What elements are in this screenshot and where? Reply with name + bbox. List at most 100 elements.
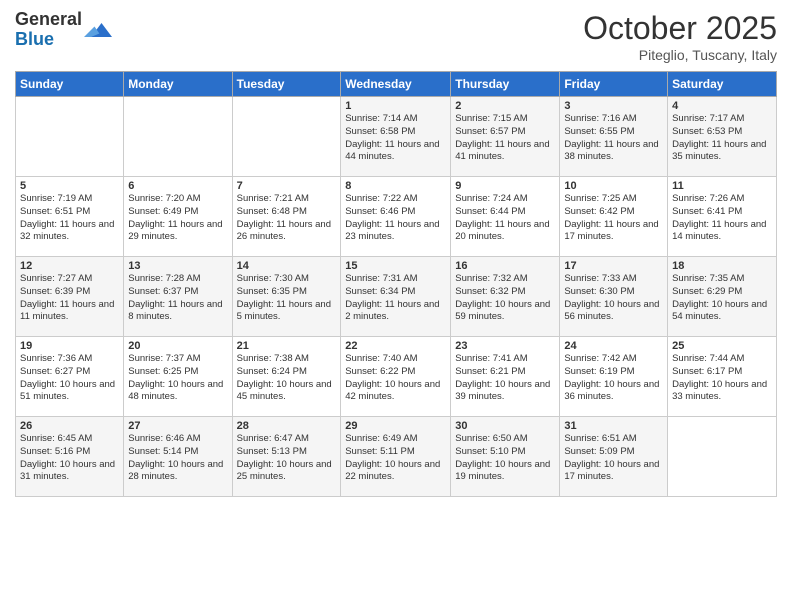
day-number: 7 (237, 180, 337, 192)
logo-general: General (15, 9, 82, 29)
calendar-cell: 15Sunrise: 7:31 AM Sunset: 6:34 PM Dayli… (341, 257, 451, 337)
day-number: 9 (455, 180, 555, 192)
calendar-cell: 18Sunrise: 7:35 AM Sunset: 6:29 PM Dayli… (668, 257, 777, 337)
calendar-table: SundayMondayTuesdayWednesdayThursdayFrid… (15, 71, 777, 497)
day-number: 6 (128, 180, 227, 192)
day-number: 16 (455, 260, 555, 272)
day-info: Sunrise: 7:30 AM Sunset: 6:35 PM Dayligh… (237, 273, 337, 324)
calendar-cell: 31Sunrise: 6:51 AM Sunset: 5:09 PM Dayli… (560, 417, 668, 497)
day-number: 17 (564, 260, 663, 272)
day-info: Sunrise: 7:27 AM Sunset: 6:39 PM Dayligh… (20, 273, 119, 324)
day-number: 28 (237, 420, 337, 432)
calendar-cell: 17Sunrise: 7:33 AM Sunset: 6:30 PM Dayli… (560, 257, 668, 337)
calendar-cell: 30Sunrise: 6:50 AM Sunset: 5:10 PM Dayli… (451, 417, 560, 497)
calendar-cell: 29Sunrise: 6:49 AM Sunset: 5:11 PM Dayli… (341, 417, 451, 497)
calendar-week-3: 19Sunrise: 7:36 AM Sunset: 6:27 PM Dayli… (16, 337, 777, 417)
calendar-week-4: 26Sunrise: 6:45 AM Sunset: 5:16 PM Dayli… (16, 417, 777, 497)
logo-icon (84, 16, 112, 44)
day-info: Sunrise: 7:37 AM Sunset: 6:25 PM Dayligh… (128, 353, 227, 404)
calendar-week-0: 1Sunrise: 7:14 AM Sunset: 6:58 PM Daylig… (16, 97, 777, 177)
logo: General Blue (15, 10, 112, 50)
calendar-cell: 14Sunrise: 7:30 AM Sunset: 6:35 PM Dayli… (232, 257, 341, 337)
calendar-cell: 16Sunrise: 7:32 AM Sunset: 6:32 PM Dayli… (451, 257, 560, 337)
col-header-thursday: Thursday (451, 72, 560, 97)
calendar-cell: 28Sunrise: 6:47 AM Sunset: 5:13 PM Dayli… (232, 417, 341, 497)
day-number: 31 (564, 420, 663, 432)
day-number: 14 (237, 260, 337, 272)
calendar-cell: 5Sunrise: 7:19 AM Sunset: 6:51 PM Daylig… (16, 177, 124, 257)
page-header: General Blue October 2025 Piteglio, Tusc… (15, 10, 777, 63)
calendar-cell: 7Sunrise: 7:21 AM Sunset: 6:48 PM Daylig… (232, 177, 341, 257)
day-number: 19 (20, 340, 119, 352)
calendar-cell: 13Sunrise: 7:28 AM Sunset: 6:37 PM Dayli… (124, 257, 232, 337)
col-header-sunday: Sunday (16, 72, 124, 97)
col-header-tuesday: Tuesday (232, 72, 341, 97)
day-number: 22 (345, 340, 446, 352)
day-number: 8 (345, 180, 446, 192)
calendar-cell: 2Sunrise: 7:15 AM Sunset: 6:57 PM Daylig… (451, 97, 560, 177)
day-number: 5 (20, 180, 119, 192)
day-number: 15 (345, 260, 446, 272)
day-info: Sunrise: 7:19 AM Sunset: 6:51 PM Dayligh… (20, 193, 119, 244)
title-block: October 2025 Piteglio, Tuscany, Italy (583, 10, 777, 63)
calendar-cell: 27Sunrise: 6:46 AM Sunset: 5:14 PM Dayli… (124, 417, 232, 497)
location-subtitle: Piteglio, Tuscany, Italy (583, 47, 777, 63)
day-info: Sunrise: 7:24 AM Sunset: 6:44 PM Dayligh… (455, 193, 555, 244)
calendar-cell: 22Sunrise: 7:40 AM Sunset: 6:22 PM Dayli… (341, 337, 451, 417)
calendar-header-row: SundayMondayTuesdayWednesdayThursdayFrid… (16, 72, 777, 97)
calendar-cell: 9Sunrise: 7:24 AM Sunset: 6:44 PM Daylig… (451, 177, 560, 257)
calendar-cell (124, 97, 232, 177)
calendar-cell: 3Sunrise: 7:16 AM Sunset: 6:55 PM Daylig… (560, 97, 668, 177)
day-info: Sunrise: 7:31 AM Sunset: 6:34 PM Dayligh… (345, 273, 446, 324)
calendar-cell: 24Sunrise: 7:42 AM Sunset: 6:19 PM Dayli… (560, 337, 668, 417)
day-number: 23 (455, 340, 555, 352)
day-number: 27 (128, 420, 227, 432)
calendar-cell (232, 97, 341, 177)
calendar-cell: 12Sunrise: 7:27 AM Sunset: 6:39 PM Dayli… (16, 257, 124, 337)
calendar-cell: 26Sunrise: 6:45 AM Sunset: 5:16 PM Dayli… (16, 417, 124, 497)
day-info: Sunrise: 7:33 AM Sunset: 6:30 PM Dayligh… (564, 273, 663, 324)
calendar-cell: 21Sunrise: 7:38 AM Sunset: 6:24 PM Dayli… (232, 337, 341, 417)
day-info: Sunrise: 7:28 AM Sunset: 6:37 PM Dayligh… (128, 273, 227, 324)
col-header-friday: Friday (560, 72, 668, 97)
day-info: Sunrise: 7:32 AM Sunset: 6:32 PM Dayligh… (455, 273, 555, 324)
day-info: Sunrise: 7:40 AM Sunset: 6:22 PM Dayligh… (345, 353, 446, 404)
col-header-saturday: Saturday (668, 72, 777, 97)
calendar-cell (16, 97, 124, 177)
day-info: Sunrise: 7:15 AM Sunset: 6:57 PM Dayligh… (455, 113, 555, 164)
calendar-cell (668, 417, 777, 497)
day-number: 13 (128, 260, 227, 272)
day-number: 30 (455, 420, 555, 432)
day-info: Sunrise: 6:45 AM Sunset: 5:16 PM Dayligh… (20, 433, 119, 484)
day-info: Sunrise: 7:16 AM Sunset: 6:55 PM Dayligh… (564, 113, 663, 164)
day-info: Sunrise: 7:38 AM Sunset: 6:24 PM Dayligh… (237, 353, 337, 404)
calendar-cell: 6Sunrise: 7:20 AM Sunset: 6:49 PM Daylig… (124, 177, 232, 257)
day-info: Sunrise: 7:21 AM Sunset: 6:48 PM Dayligh… (237, 193, 337, 244)
day-info: Sunrise: 7:25 AM Sunset: 6:42 PM Dayligh… (564, 193, 663, 244)
day-info: Sunrise: 6:47 AM Sunset: 5:13 PM Dayligh… (237, 433, 337, 484)
calendar-cell: 4Sunrise: 7:17 AM Sunset: 6:53 PM Daylig… (668, 97, 777, 177)
day-number: 3 (564, 100, 663, 112)
day-info: Sunrise: 6:49 AM Sunset: 5:11 PM Dayligh… (345, 433, 446, 484)
day-number: 1 (345, 100, 446, 112)
day-info: Sunrise: 6:46 AM Sunset: 5:14 PM Dayligh… (128, 433, 227, 484)
day-info: Sunrise: 7:42 AM Sunset: 6:19 PM Dayligh… (564, 353, 663, 404)
day-info: Sunrise: 7:26 AM Sunset: 6:41 PM Dayligh… (672, 193, 772, 244)
col-header-wednesday: Wednesday (341, 72, 451, 97)
day-number: 2 (455, 100, 555, 112)
month-title: October 2025 (583, 10, 777, 47)
calendar-cell: 20Sunrise: 7:37 AM Sunset: 6:25 PM Dayli… (124, 337, 232, 417)
day-number: 12 (20, 260, 119, 272)
calendar-cell: 25Sunrise: 7:44 AM Sunset: 6:17 PM Dayli… (668, 337, 777, 417)
day-number: 25 (672, 340, 772, 352)
day-number: 21 (237, 340, 337, 352)
calendar-cell: 8Sunrise: 7:22 AM Sunset: 6:46 PM Daylig… (341, 177, 451, 257)
day-number: 4 (672, 100, 772, 112)
day-info: Sunrise: 7:20 AM Sunset: 6:49 PM Dayligh… (128, 193, 227, 244)
day-number: 29 (345, 420, 446, 432)
day-number: 20 (128, 340, 227, 352)
day-number: 24 (564, 340, 663, 352)
calendar-cell: 19Sunrise: 7:36 AM Sunset: 6:27 PM Dayli… (16, 337, 124, 417)
calendar-cell: 1Sunrise: 7:14 AM Sunset: 6:58 PM Daylig… (341, 97, 451, 177)
day-info: Sunrise: 7:17 AM Sunset: 6:53 PM Dayligh… (672, 113, 772, 164)
